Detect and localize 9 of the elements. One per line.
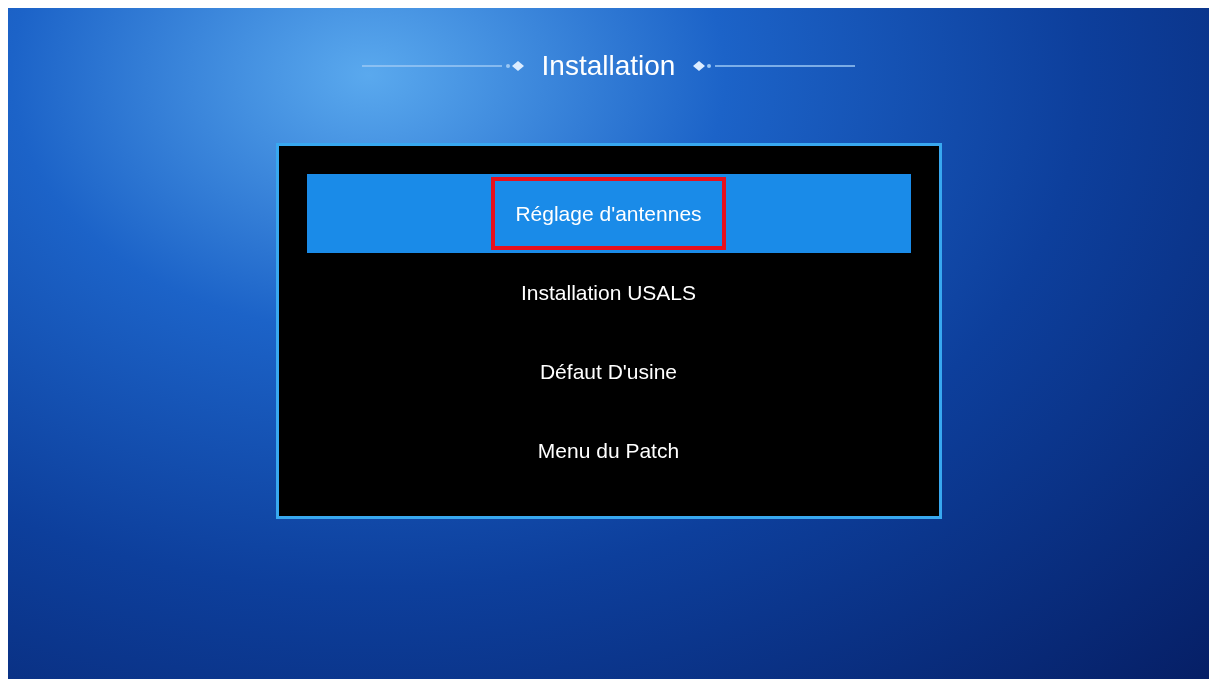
menu-label: Menu du Patch <box>536 437 681 464</box>
menu-item[interactable]: Réglage d'antennes <box>306 174 911 253</box>
highlighted-menu-label: Réglage d'antennes <box>491 177 726 250</box>
menu-item[interactable]: Menu du Patch <box>306 411 911 490</box>
menu-label: Défaut D'usine <box>538 358 679 385</box>
menu-item[interactable]: Défaut D'usine <box>306 332 911 411</box>
screen-title: Installation <box>541 49 676 83</box>
menu-item[interactable]: Installation USALS <box>306 253 911 332</box>
menu-label: Installation USALS <box>519 279 698 306</box>
